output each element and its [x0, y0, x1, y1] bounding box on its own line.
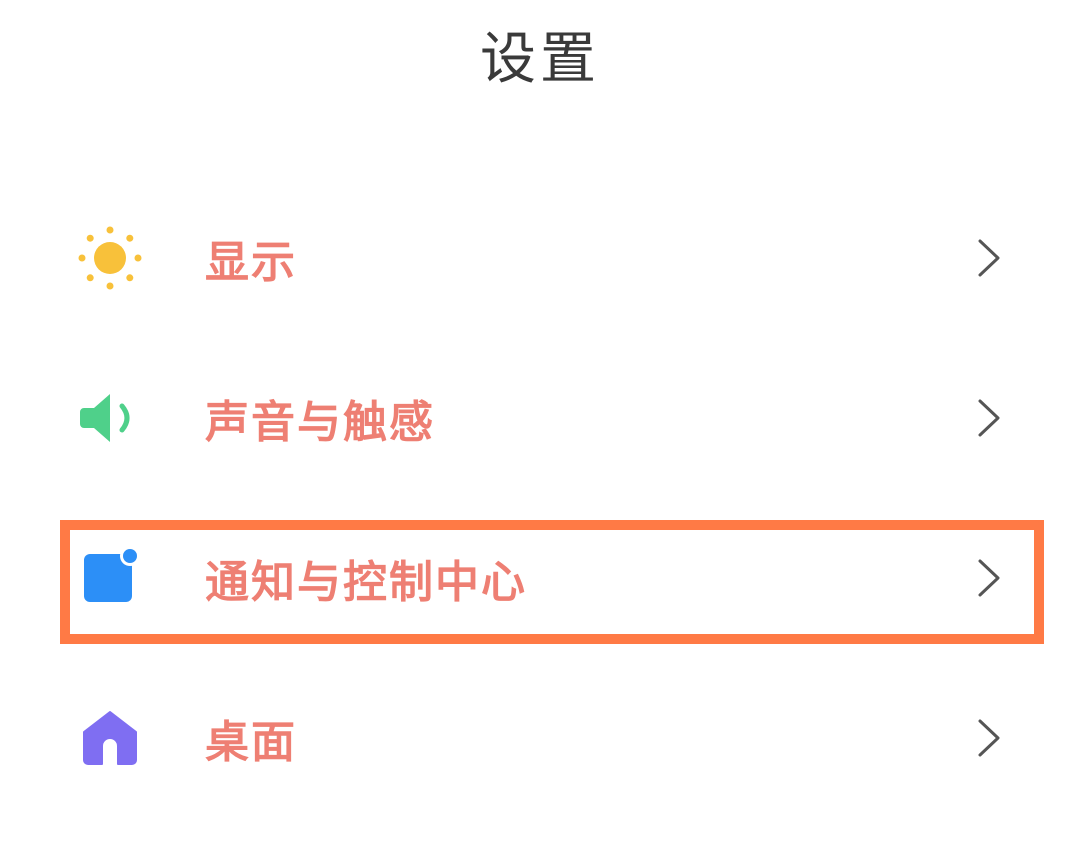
settings-item-display[interactable]: 显示: [0, 178, 1080, 338]
sun-icon: [78, 226, 142, 290]
speaker-icon: [78, 386, 142, 450]
settings-list: 显示 声音与触感 通知与控制中心 桌面: [0, 178, 1080, 818]
settings-item-label: 显示: [205, 237, 297, 288]
chevron-right-icon: [975, 238, 1003, 278]
home-icon: [78, 706, 142, 770]
notification-icon: [78, 546, 142, 610]
settings-item-label: 桌面: [205, 717, 297, 768]
settings-item-label: 声音与触感: [205, 397, 435, 448]
settings-item-sound[interactable]: 声音与触感: [0, 338, 1080, 498]
settings-item-home-screen[interactable]: 桌面: [0, 658, 1080, 818]
settings-item-label: 通知与控制中心: [205, 557, 527, 608]
chevron-right-icon: [975, 718, 1003, 758]
chevron-right-icon: [975, 398, 1003, 438]
page-title: 设置: [480, 27, 600, 92]
chevron-right-icon: [975, 558, 1003, 598]
settings-item-notifications[interactable]: 通知与控制中心: [0, 498, 1080, 658]
